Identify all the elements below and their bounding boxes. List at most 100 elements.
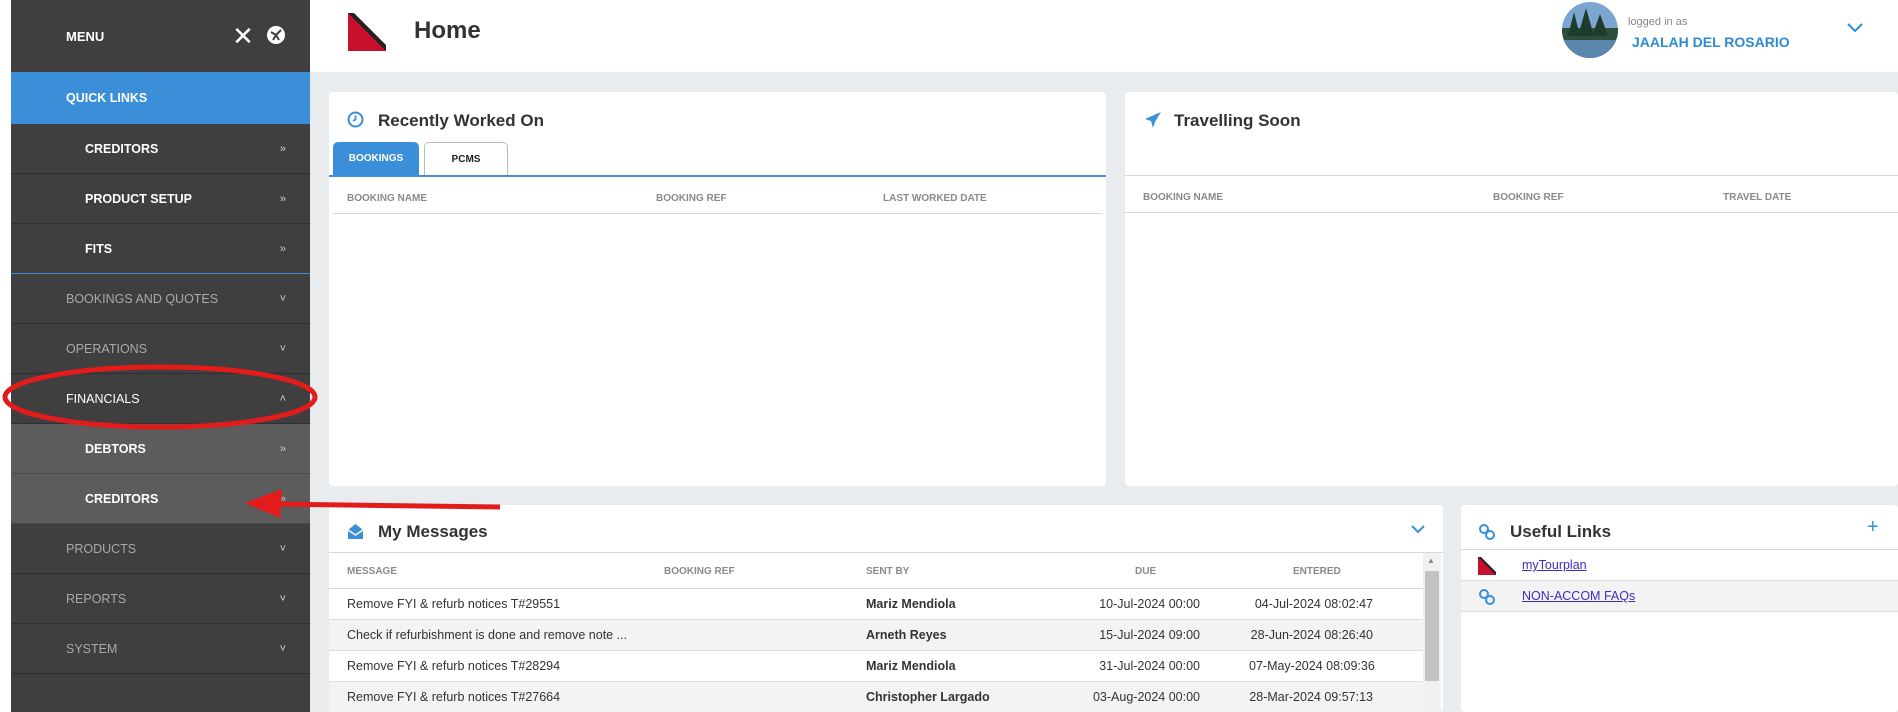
sidebar-item-label: PRODUCT SETUP [85, 191, 192, 206]
table-row[interactable]: Remove FYI & refurb notices T#29551 Mari… [329, 589, 1423, 620]
message-cell: Remove FYI & refurb notices T#28294 [347, 659, 561, 673]
sidebar-item-financials[interactable]: FINANCIALS ˄ [11, 374, 310, 424]
clock-icon [347, 111, 364, 128]
sidebar-item-label: SYSTEM [66, 641, 118, 656]
top-header: Home logged in as JAALAH DEL ROSARIO [310, 0, 1898, 72]
scrollbar-thumb[interactable] [1425, 571, 1439, 681]
link-icon [1479, 524, 1495, 540]
link-mytourplan[interactable]: myTourplan [1522, 558, 1587, 572]
close-icon[interactable]: ✕ [229, 22, 257, 50]
link-icon [1479, 589, 1495, 605]
chevron-up-icon: ˄ [279, 392, 286, 405]
chevron-down-icon: ˅ [279, 592, 286, 605]
double-chevron-right-icon: » [279, 142, 286, 155]
sent-by-cell: Arneth Reyes [866, 628, 947, 642]
entered-cell: 07-May-2024 08:09:36 [1249, 659, 1375, 673]
menu-header: MENU ✕ [11, 0, 310, 72]
tab-pcms[interactable]: PCMS [424, 142, 508, 176]
logged-in-label: logged in as [1628, 16, 1688, 28]
user-name[interactable]: JAALAH DEL ROSARIO [1632, 34, 1790, 50]
sidebar-item-quick-links[interactable]: QUICK LINKS [11, 72, 310, 124]
column-header[interactable]: BOOKING NAME [347, 193, 427, 204]
list-item[interactable]: NON-ACCOM FAQs [1461, 581, 1898, 612]
sidebar-item-label: REPORTS [66, 591, 127, 606]
table-row[interactable]: Check if refurbishment is done and remov… [329, 620, 1423, 651]
due-cell: 31-Jul-2024 00:00 [1099, 659, 1200, 673]
panel-title: My Messages [378, 522, 488, 541]
chevron-down-icon[interactable] [1411, 524, 1425, 534]
sidebar-item-fits[interactable]: FITS » [11, 224, 310, 274]
column-header[interactable]: BOOKING REF [656, 193, 727, 204]
panel-title: Useful Links [1510, 522, 1612, 541]
column-header[interactable]: ENTERED [1293, 566, 1341, 577]
recently-worked-on-panel: Recently Worked On BOOKINGS PCMS BOOKING… [329, 92, 1106, 486]
sent-by-cell: Mariz Mendiola [866, 597, 956, 611]
chevron-down-icon: ˅ [279, 542, 286, 555]
sidebar-item-label: CREDITORS [85, 491, 159, 506]
menu-title: MENU [66, 29, 105, 44]
due-cell: 03-Aug-2024 00:00 [1092, 690, 1200, 704]
table-row[interactable]: Remove FYI & refurb notices T#27664 Chri… [329, 682, 1423, 712]
envelope-icon [347, 524, 364, 539]
sidebar-item-products[interactable]: PRODUCTS ˅ [11, 524, 310, 574]
table-row[interactable]: Remove FYI & refurb notices T#28294 Mari… [329, 651, 1423, 682]
list-item[interactable]: myTourplan [1461, 550, 1898, 581]
header-divider [333, 213, 1102, 214]
sidebar-item-label: BOOKINGS AND QUOTES [66, 291, 219, 306]
chevron-down-icon: ˅ [279, 642, 286, 655]
double-chevron-right-icon: » [279, 492, 286, 505]
column-header[interactable]: BOOKING NAME [1143, 192, 1223, 203]
left-gutter [0, 0, 11, 712]
header-divider [1125, 212, 1898, 213]
column-header[interactable]: LAST WORKED DATE [883, 193, 987, 204]
sidebar-item-label: FINANCIALS [66, 391, 140, 406]
sidebar-item-creditors-quick[interactable]: CREDITORS » [11, 124, 310, 174]
panel-title: Travelling Soon [1174, 111, 1301, 130]
sidebar-item-bookings-and-quotes[interactable]: BOOKINGS AND QUOTES ˅ [11, 274, 310, 324]
message-cell: Remove FYI & refurb notices T#27664 [347, 690, 561, 704]
column-header[interactable]: SENT BY [866, 566, 909, 577]
sidebar-item-debtors[interactable]: DEBTORS » [11, 424, 310, 474]
double-chevron-right-icon: » [279, 242, 286, 255]
tab-bookings[interactable]: BOOKINGS [333, 142, 419, 176]
column-header[interactable]: TRAVEL DATE [1723, 192, 1791, 203]
double-chevron-right-icon: » [279, 442, 286, 455]
column-header[interactable]: BOOKING REF [1493, 192, 1564, 203]
avatar[interactable] [1562, 2, 1618, 58]
sidebar-item-label: PRODUCTS [66, 541, 137, 556]
tourplan-logo-icon[interactable] [348, 13, 386, 51]
panel-title: Recently Worked On [378, 111, 544, 130]
sidebar-item-reports[interactable]: REPORTS ˅ [11, 574, 310, 624]
sidebar-item-product-setup[interactable]: PRODUCT SETUP » [11, 174, 310, 224]
sidebar-item-system[interactable]: SYSTEM ˅ [11, 624, 310, 674]
sidebar-menu: MENU ✕ QUICK LINKS CREDITORS » PRODUCT S… [11, 0, 310, 712]
sidebar-item-operations[interactable]: OPERATIONS ˅ [11, 324, 310, 374]
sidebar-item-label: FITS [85, 241, 113, 256]
due-cell: 15-Jul-2024 09:00 [1099, 628, 1200, 642]
column-header[interactable]: DUE [1135, 566, 1156, 577]
column-header[interactable]: BOOKING REF [664, 566, 735, 577]
due-cell: 10-Jul-2024 00:00 [1099, 597, 1200, 611]
link-non-accom-faqs[interactable]: NON-ACCOM FAQs [1522, 589, 1635, 603]
message-cell: Remove FYI & refurb notices T#29551 [347, 597, 561, 611]
tab-underline [329, 175, 1106, 177]
pin-icon[interactable] [265, 24, 287, 46]
column-header[interactable]: MESSAGE [347, 566, 397, 577]
airplane-icon [1145, 112, 1161, 128]
chevron-down-icon: ˅ [279, 342, 286, 355]
sidebar-item-label: OPERATIONS [66, 341, 148, 356]
header-divider [329, 552, 1443, 553]
scroll-up-icon[interactable]: ▲ [1427, 556, 1435, 565]
my-messages-panel: My Messages MESSAGE BOOKING REF SENT BY … [329, 505, 1443, 712]
sent-by-cell: Mariz Mendiola [866, 659, 956, 673]
chevron-down-icon[interactable] [1846, 22, 1864, 34]
message-cell: Check if refurbishment is done and remov… [347, 628, 628, 642]
sent-by-cell: Christopher Largado [866, 690, 990, 704]
page-title: Home [414, 17, 481, 44]
chevron-down-icon: ˅ [279, 292, 286, 305]
sidebar-item-label: QUICK LINKS [66, 91, 148, 105]
add-link-button[interactable]: + [1867, 516, 1879, 539]
sidebar-item-label: DEBTORS [85, 441, 146, 456]
sidebar-item-creditors-financials[interactable]: CREDITORS » [11, 474, 310, 524]
sidebar-item-label: CREDITORS [85, 141, 159, 156]
